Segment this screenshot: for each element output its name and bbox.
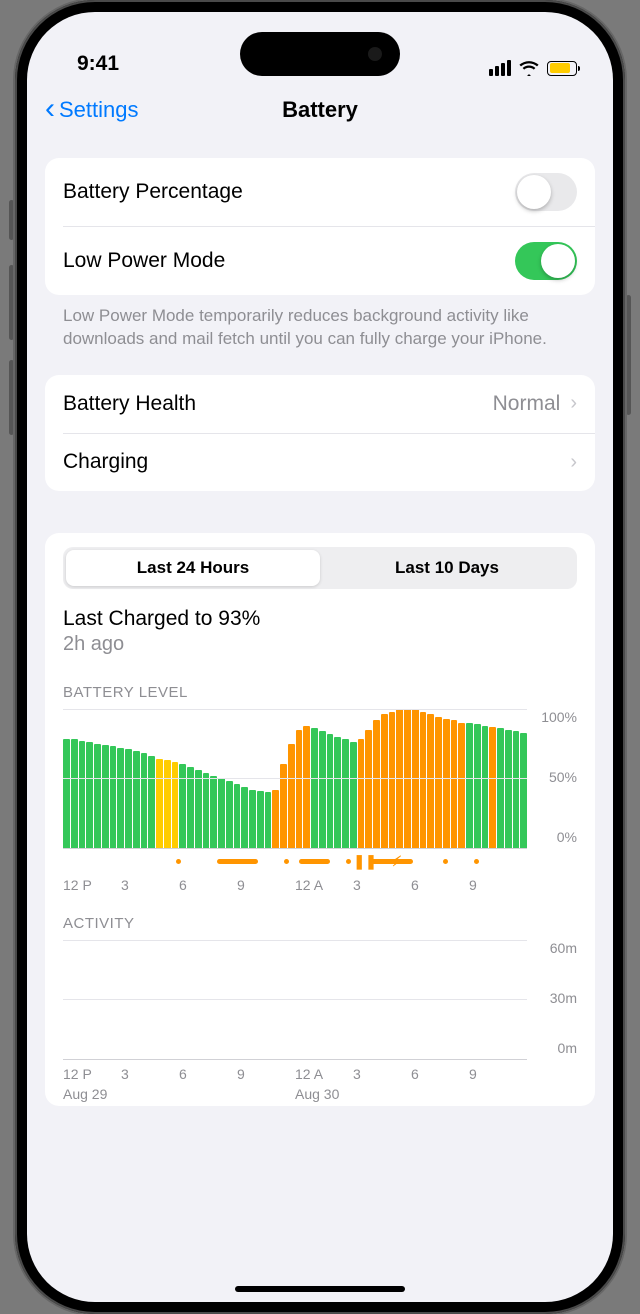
row-label: Charging (63, 450, 570, 474)
row-label: Battery Health (63, 392, 493, 416)
charts-card: Last 24 Hours Last 10 Days Last Charged … (45, 533, 595, 1106)
battery-percentage-row[interactable]: Battery Percentage (45, 158, 595, 226)
low-power-mode-toggle[interactable] (515, 242, 577, 280)
clock: 9:41 (77, 52, 119, 75)
wifi-icon (519, 60, 539, 76)
back-label: Settings (59, 97, 139, 123)
chevron-right-icon: › (570, 451, 577, 474)
last-charged-title: Last Charged to 93% (63, 607, 577, 631)
segment-last-24h[interactable]: Last 24 Hours (66, 550, 320, 586)
low-power-mode-row[interactable]: Low Power Mode (63, 226, 595, 295)
battery-percentage-toggle[interactable] (515, 173, 577, 211)
chevron-left-icon: ‹ (45, 94, 55, 124)
activity-title: ACTIVITY (63, 915, 577, 932)
last-charged-subtitle: 2h ago (63, 633, 577, 656)
x-axis-labels: 12 P36912 A369 (63, 877, 577, 893)
row-label: Battery Percentage (63, 180, 515, 204)
x-axis-labels: 12 P36912 A369 (63, 1066, 577, 1082)
battery-level-chart: 100% 50% 0% (63, 709, 577, 849)
battery-level-title: BATTERY LEVEL (63, 684, 577, 701)
chevron-right-icon: › (570, 392, 577, 415)
bolt-icon: ⚡︎ (392, 853, 402, 870)
row-value: Normal (493, 392, 561, 416)
activity-chart: 60m 30m 0m (63, 940, 577, 1060)
segment-last-10d[interactable]: Last 10 Days (320, 550, 574, 586)
time-range-segmented-control[interactable]: Last 24 Hours Last 10 Days (63, 547, 577, 589)
cellular-icon (489, 60, 511, 76)
dynamic-island (240, 32, 400, 76)
home-indicator[interactable] (235, 1286, 405, 1292)
charging-indicators: ❚❚ ⚡︎ (63, 853, 577, 871)
low-power-mode-footer: Low Power Mode temporarily reduces backg… (45, 295, 595, 351)
health-card: Battery Health Normal › Charging › (45, 375, 595, 491)
row-label: Low Power Mode (63, 249, 515, 273)
nav-header: ‹ Settings Battery (27, 82, 613, 138)
battery-icon (547, 61, 577, 76)
page-title: Battery (282, 97, 358, 123)
toggle-card: Battery Percentage Low Power Mode (45, 158, 595, 295)
charging-row[interactable]: Charging › (63, 433, 595, 491)
back-button[interactable]: ‹ Settings (45, 96, 139, 124)
date-labels: Aug 29 Aug 30 (63, 1086, 577, 1102)
battery-health-row[interactable]: Battery Health Normal › (45, 375, 595, 433)
